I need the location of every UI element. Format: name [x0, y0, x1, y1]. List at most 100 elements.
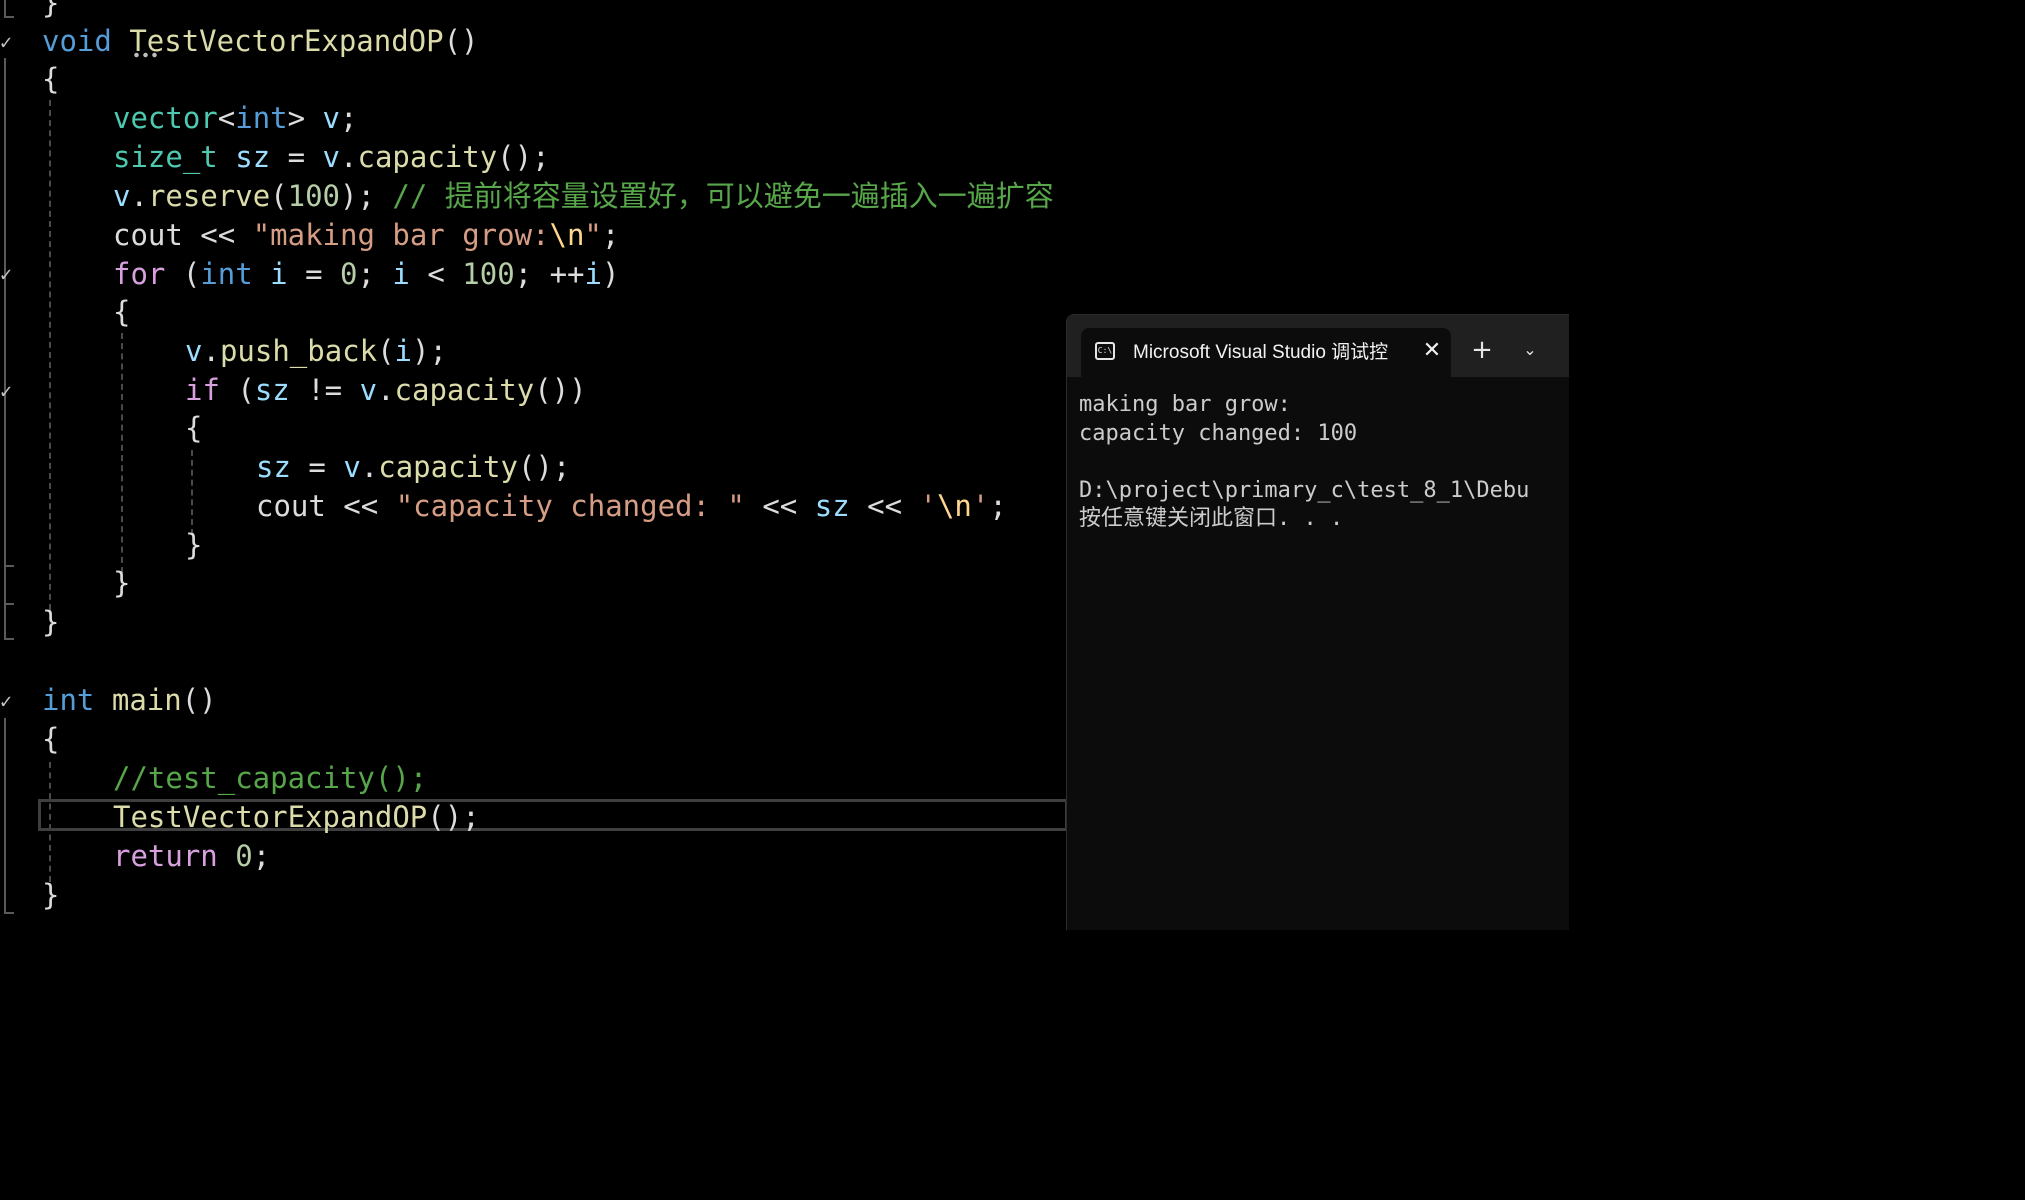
code-token: { [42, 62, 60, 96]
code-line[interactable]: v.reserve(100); // 提前将容量设置好，可以避免一遍插入一遍扩容 [113, 177, 1054, 216]
code-token: i [394, 334, 413, 368]
code-token: return [113, 839, 218, 873]
code-line[interactable]: int main() [42, 681, 217, 720]
chevron-down-icon[interactable]: ⌄ [1515, 335, 1545, 365]
code-token: \n [936, 489, 972, 523]
code-line[interactable]: } [42, 876, 59, 915]
code-token: ; ++ [514, 257, 585, 291]
code-token: cout [256, 489, 326, 523]
code-line[interactable]: TestVectorExpandOP(); [113, 798, 480, 837]
code-token: ()) [534, 373, 587, 407]
console-tab[interactable]: C:\ Microsoft Visual Studio 调试控 ✕ [1081, 328, 1451, 378]
code-token: ( [165, 257, 201, 291]
code-line[interactable]: void TestVectorExpandOP() [42, 22, 479, 61]
console-output[interactable]: making bar grow: capacity changed: 100 D… [1079, 391, 1569, 534]
code-token: } [185, 528, 203, 562]
code-token: (); [497, 140, 550, 174]
outline-bar [4, 718, 6, 914]
code-token: { [42, 722, 60, 756]
code-token: sz [814, 489, 850, 523]
code-token: = [270, 140, 323, 174]
code-token: > [287, 101, 323, 135]
code-line[interactable]: } [113, 564, 130, 603]
code-line[interactable]: size_t sz = v.capacity(); [113, 138, 550, 177]
console-line: D:\project\primary_c\test_8_1\Debu [1079, 477, 1530, 503]
console-line: making bar grow: [1079, 392, 1291, 417]
code-line[interactable]: v.push_back(i); [185, 332, 447, 371]
code-line[interactable]: { [42, 720, 59, 759]
code-token: . [340, 140, 358, 174]
code-token: . [360, 450, 379, 484]
code-line[interactable]: { [185, 409, 202, 448]
outline-tick [4, 16, 14, 18]
code-line[interactable]: return 0; [113, 837, 270, 876]
code-token: = [287, 257, 341, 291]
code-token: 100 [287, 179, 341, 213]
code-token: capacity [357, 140, 498, 174]
code-token: "capacity changed: " [395, 489, 745, 523]
fold-marker-icon[interactable]: ✓ [0, 691, 12, 711]
code-line[interactable]: { [113, 293, 130, 332]
code-token: void [42, 24, 112, 58]
console-titlebar[interactable]: C:\ Microsoft Visual Studio 调试控 ✕ + ⌄ [1067, 315, 1569, 378]
code-token: < [409, 257, 463, 291]
console-window[interactable]: C:\ Microsoft Visual Studio 调试控 ✕ + ⌄ ma… [1066, 314, 1569, 930]
code-token: ' [971, 489, 990, 523]
code-line[interactable]: for (int i = 0; i < 100; ++i) [113, 255, 619, 294]
code-token: cout [113, 218, 183, 252]
code-token: i [270, 257, 288, 291]
code-token: main [111, 683, 182, 717]
code-token: (); [427, 800, 480, 834]
code-token: //test_capacity(); [113, 761, 428, 795]
code-token: push_back [219, 334, 378, 368]
fold-marker-icon[interactable]: ✓ [0, 32, 12, 52]
code-token: reserve [147, 179, 271, 213]
code-token: ); [340, 179, 393, 213]
outline-tick [4, 638, 14, 640]
code-token: < [217, 101, 236, 135]
code-line[interactable]: vector<int> v; [113, 99, 357, 138]
code-line[interactable]: cout << "capacity changed: " << sz << '\… [256, 487, 1007, 526]
code-line[interactable]: } [42, 603, 59, 642]
code-token: 0 [235, 839, 253, 873]
code-token: != [289, 373, 360, 407]
code-token: } [42, 0, 60, 20]
code-line[interactable]: if (sz != v.capacity()) [185, 371, 587, 410]
code-token: TestVectorExpandOP [129, 24, 444, 58]
fold-marker-icon[interactable]: ✓ [0, 381, 12, 401]
code-token: capacity [378, 450, 518, 484]
code-token: sz [254, 373, 290, 407]
code-line[interactable]: cout << "making bar grow:\n"; [113, 216, 619, 255]
fold-marker-icon[interactable]: ✓ [0, 264, 12, 284]
code-token: ) [601, 257, 620, 291]
code-token: v [343, 450, 361, 484]
code-line[interactable]: { [42, 60, 59, 99]
code-line[interactable]: } [42, 0, 59, 23]
code-token: v [322, 101, 341, 135]
outline-bar [4, 58, 6, 640]
new-tab-plus-icon[interactable]: + [1467, 335, 1497, 365]
code-line[interactable]: //test_capacity(); [113, 759, 427, 798]
console-line: 按任意键关闭此窗口. . . [1079, 506, 1344, 531]
code-token: v [322, 140, 341, 174]
code-token: . [377, 373, 395, 407]
code-token: 0 [340, 257, 358, 291]
code-token: size_t [113, 140, 218, 174]
code-token: ; [989, 489, 1007, 523]
code-line[interactable]: sz = v.capacity(); [256, 448, 570, 487]
code-token: () [443, 24, 479, 58]
code-token: TestVectorExpandOP [113, 800, 428, 834]
code-token: v [113, 179, 131, 213]
close-icon[interactable]: ✕ [1419, 338, 1445, 364]
code-token: } [42, 878, 60, 912]
code-token: if [185, 373, 220, 407]
code-token: // 提前将容量设置好，可以避免一遍插入一遍扩容 [392, 179, 1054, 213]
code-token: v [185, 334, 203, 368]
console-line: capacity changed: 100 [1079, 420, 1358, 446]
code-token: vector [113, 101, 218, 135]
code-line[interactable]: } [185, 526, 202, 565]
